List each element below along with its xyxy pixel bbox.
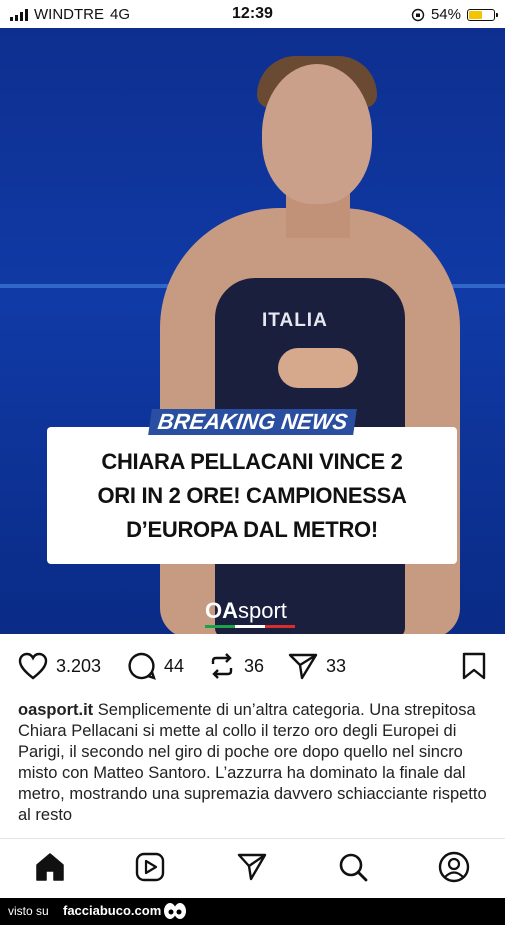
send-icon[interactable] — [288, 652, 318, 680]
shares-count: 33 — [326, 655, 347, 676]
logo-sub: sport — [238, 598, 287, 623]
visto-label: visto su — [8, 904, 49, 918]
profile-icon[interactable] — [438, 851, 470, 883]
logo-main: OA — [205, 598, 238, 623]
battery-icon — [467, 8, 498, 21]
eyes-icon — [164, 903, 186, 919]
rotation-lock-icon — [411, 8, 425, 21]
tab-profile[interactable] — [438, 851, 470, 888]
search-icon[interactable] — [337, 851, 369, 883]
watermark-footer: visto su facciabuco.com — [0, 898, 505, 925]
post-image[interactable]: ITALIA CHIARA PELLACANI VINCE 2 ORI IN 2… — [0, 28, 505, 634]
likes-count: 3.203 — [56, 655, 102, 676]
tab-direct[interactable] — [236, 851, 268, 888]
status-bar: WINDTRE 4G 12:39 54% — [0, 0, 505, 28]
headline-text: CHIARA PELLACANI VINCE 2 ORI IN 2 ORE! C… — [97, 448, 407, 542]
repost-icon[interactable] — [208, 652, 236, 680]
home-icon[interactable] — [34, 851, 66, 883]
swimsuit-text: ITALIA — [262, 310, 328, 331]
tab-reels[interactable] — [134, 851, 166, 888]
athlete-head — [262, 64, 372, 204]
repost-action[interactable]: 36 — [208, 652, 264, 680]
battery-percent: 54% — [430, 6, 461, 23]
bookmark-icon[interactable] — [461, 652, 487, 680]
heart-icon[interactable] — [18, 652, 48, 680]
status-right: 54% — [411, 6, 498, 23]
post-caption: oasport.it Semplicemente di un’altra cat… — [18, 700, 488, 826]
bookmark-button[interactable] — [461, 652, 487, 685]
like-action[interactable]: 3.203 — [18, 652, 101, 680]
reposts-count: 36 — [244, 655, 265, 676]
oasport-logo: OAsport — [205, 598, 295, 628]
logo-flag — [205, 625, 295, 628]
tab-search[interactable] — [337, 851, 369, 888]
comment-icon[interactable] — [128, 652, 156, 680]
athlete-hands — [278, 348, 358, 388]
comments-count: 44 — [164, 655, 185, 676]
site-label[interactable]: facciabuco.com — [63, 903, 161, 918]
headline-card: CHIARA PELLACANI VINCE 2 ORI IN 2 ORE! C… — [47, 427, 457, 564]
reels-icon[interactable] — [134, 851, 166, 883]
bottom-tab-bar — [0, 838, 505, 899]
comment-action[interactable]: 44 — [128, 652, 184, 680]
send-icon[interactable] — [236, 851, 268, 883]
tab-home[interactable] — [34, 851, 66, 888]
share-action[interactable]: 33 — [288, 652, 346, 680]
breaking-news-tag: BREAKING NEWS — [148, 409, 358, 435]
caption-text: Semplicemente di un’altra categoria. Una… — [18, 701, 487, 824]
caption-username[interactable]: oasport.it — [18, 701, 93, 719]
post-actions: 3.203 44 36 33 — [0, 634, 505, 694]
